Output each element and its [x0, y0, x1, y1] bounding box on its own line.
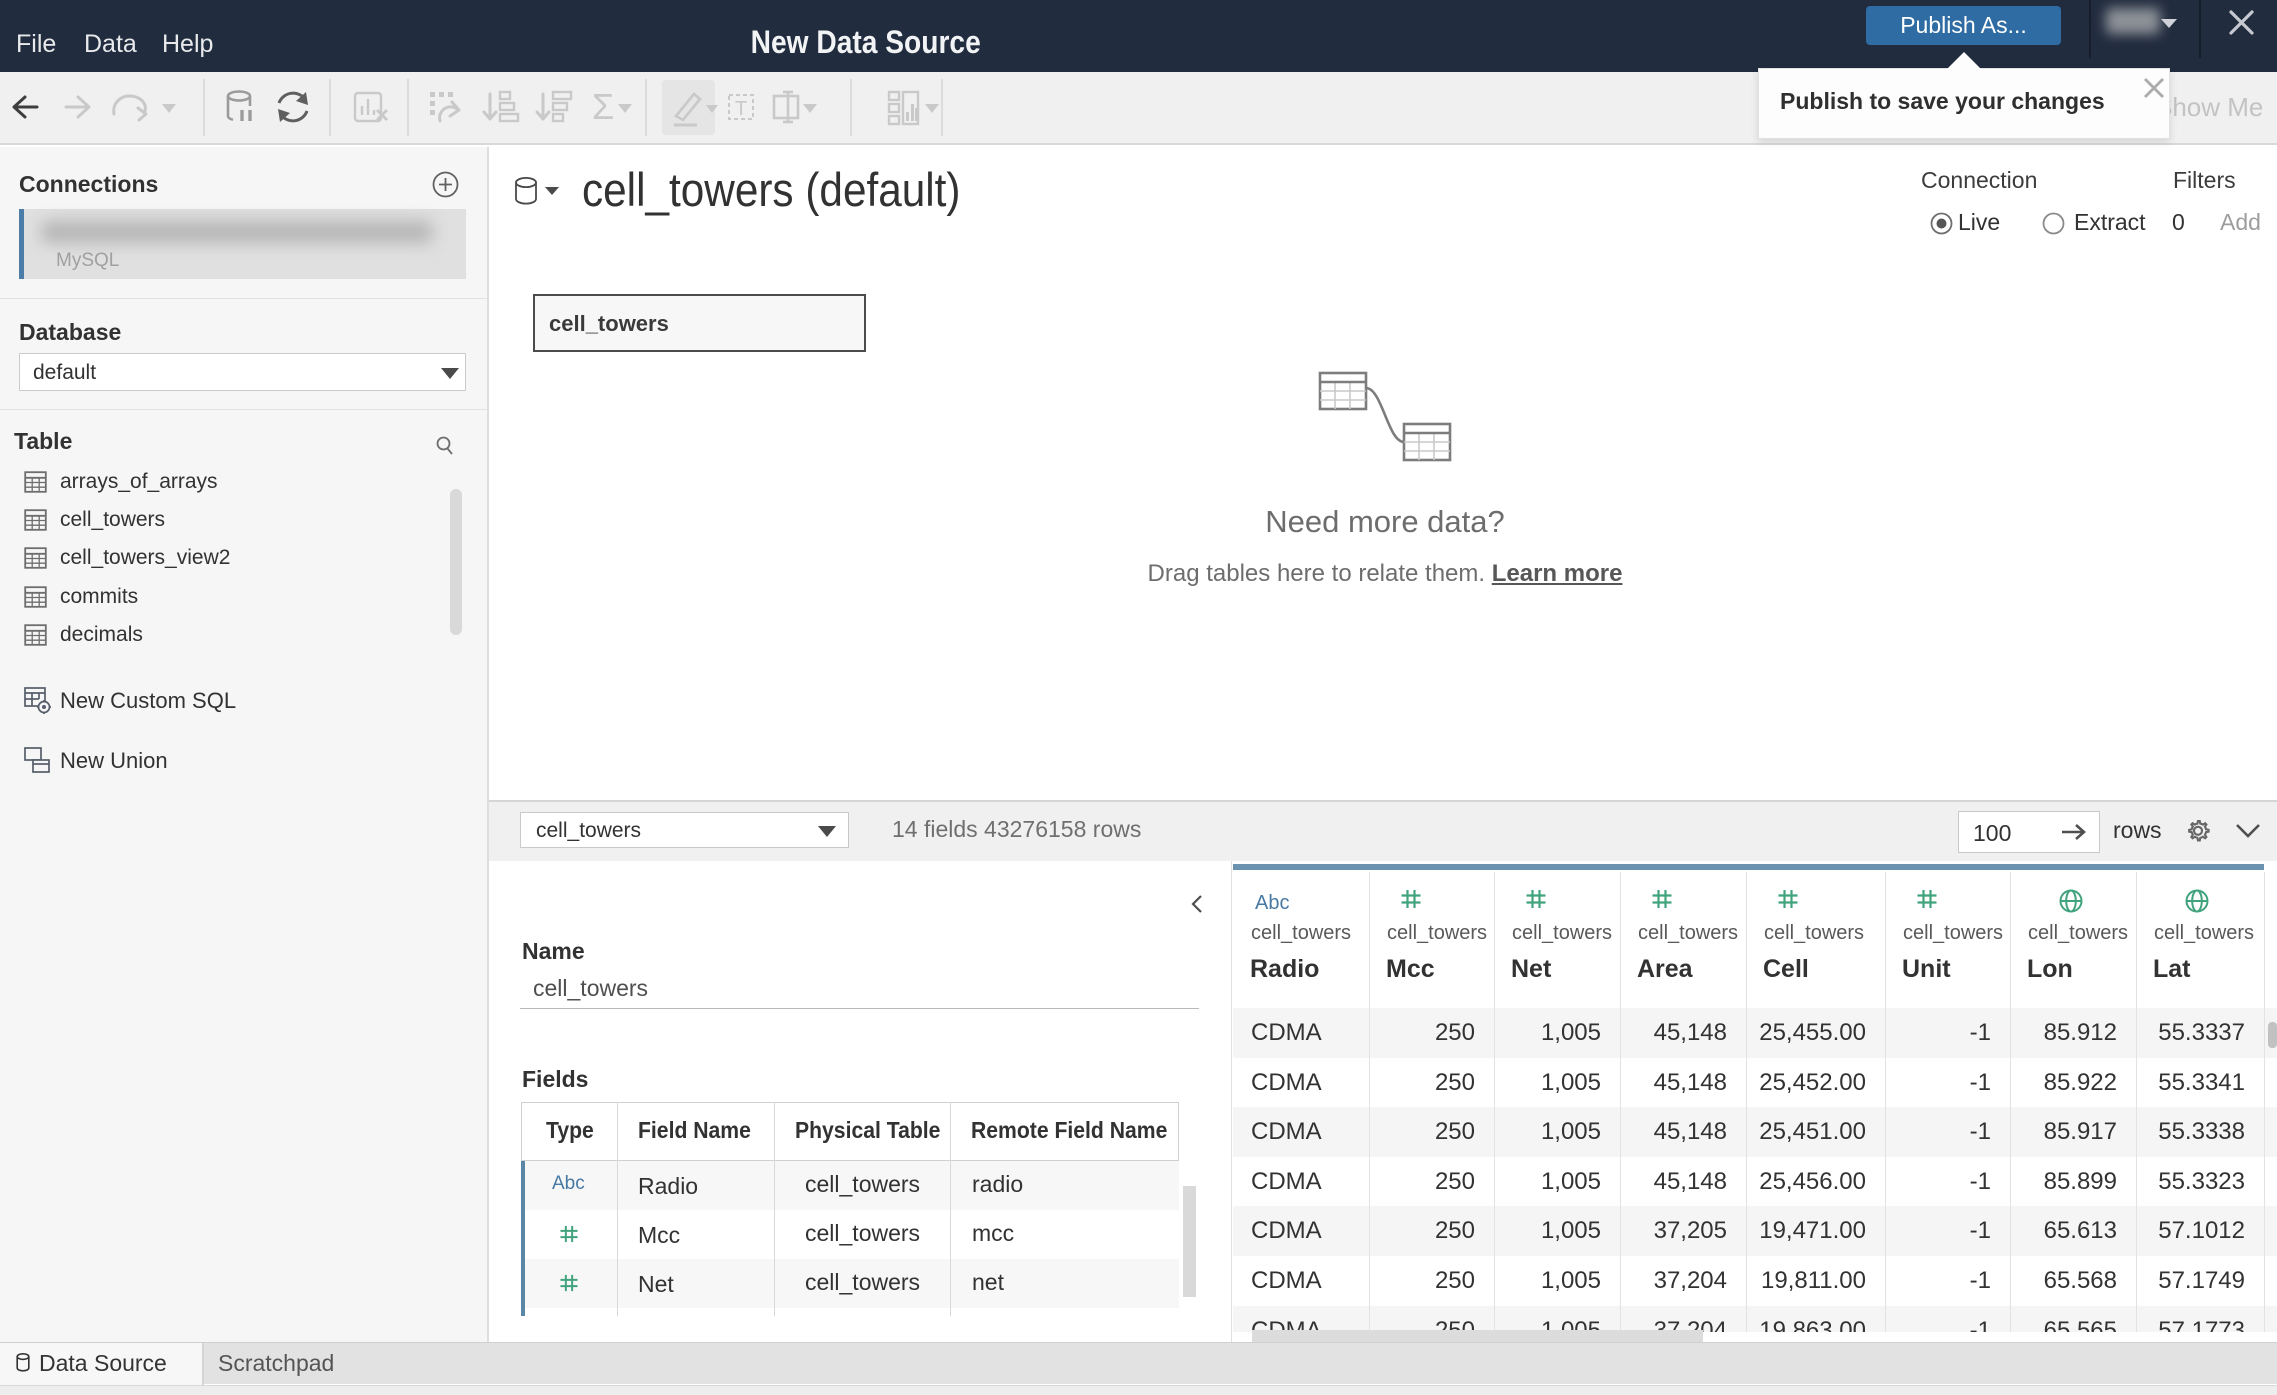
svg-text:Σ: Σ	[592, 86, 614, 127]
svg-text:T: T	[735, 98, 747, 120]
